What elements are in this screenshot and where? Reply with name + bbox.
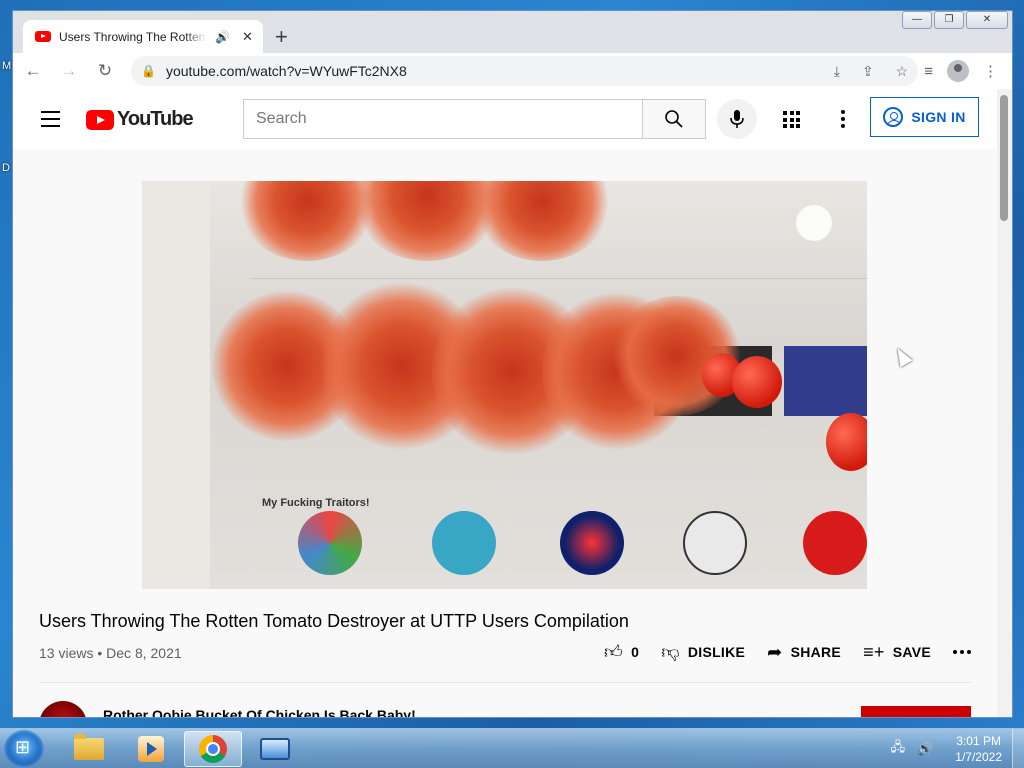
reload-icon[interactable]: ↻ — [89, 55, 121, 87]
playlist-add-icon: ≡+ — [863, 641, 885, 662]
youtube-page: YouTube SIGN — [13, 89, 1012, 717]
meta-separator: • — [97, 645, 103, 661]
search-box[interactable] — [243, 99, 642, 139]
video-meta-row: 13 views • Dec 8, 2021 👍︎ 0 👎︎ DISLIKE ➦… — [39, 642, 971, 675]
save-button[interactable]: ≡+ SAVE — [863, 642, 931, 663]
chrome-window: Users Throwing The Rotten Tomato Destroy… — [12, 10, 1013, 718]
media-player-icon — [138, 736, 164, 762]
youtube-play-icon — [86, 109, 114, 130]
sign-in-button[interactable]: SIGN IN — [870, 97, 979, 137]
folder-icon — [74, 734, 104, 760]
volume-icon[interactable]: 🔊 — [917, 741, 933, 757]
restore-button[interactable]: ❐ — [934, 11, 964, 29]
lock-icon[interactable]: 🔒 — [141, 64, 156, 78]
channel-circle — [560, 511, 624, 575]
tab-strip: Users Throwing The Rotten Tomato Destroy… — [13, 11, 1012, 53]
minimize-button[interactable]: — — [902, 11, 932, 29]
desktop-edge-text: D — [2, 162, 10, 174]
close-window-button[interactable]: ✕ — [966, 11, 1008, 29]
sign-in-label: SIGN IN — [911, 109, 966, 125]
microphone-icon — [730, 110, 744, 128]
chrome-icon — [199, 735, 227, 763]
youtube-header: YouTube SIGN — [13, 89, 997, 149]
share-button[interactable]: ➦ SHARE — [767, 642, 841, 663]
divider — [39, 682, 971, 683]
forward-arrow-icon[interactable]: → — [53, 55, 85, 87]
clock[interactable]: 3:01 PM 1/7/2022 — [955, 733, 1002, 765]
taskbar-chrome[interactable] — [184, 731, 242, 767]
apps-grid-icon[interactable] — [783, 111, 800, 128]
video-player[interactable]: My Fucking Traitors! — [142, 181, 867, 589]
dislike-button[interactable]: 👎︎ DISLIKE — [661, 641, 745, 663]
remote-desktop-icon — [260, 738, 290, 760]
clock-time: 3:01 PM — [956, 734, 1001, 748]
voice-search-button[interactable] — [717, 99, 757, 139]
channel-circle — [683, 511, 747, 575]
user-icon — [883, 107, 904, 127]
channel-circle — [803, 511, 867, 575]
video-overlay-text: My Fucking Traitors! — [262, 497, 370, 509]
install-app-icon[interactable]: ⤓ — [834, 63, 840, 80]
bookmark-star-icon[interactable]: ☆ — [896, 63, 909, 80]
youtube-wordmark: YouTube — [117, 108, 194, 130]
taskbar: 🖧 🔊 3:01 PM 1/7/2022 — [0, 728, 1024, 768]
share-arrow-icon: ➦ — [767, 641, 783, 662]
channel-name[interactable]: Rother Oobie Bucket Of Chicken Is Back B… — [103, 707, 416, 717]
subscribe-button[interactable]: SUBSCRIBE — [861, 706, 971, 717]
video-title: Users Throwing The Rotten Tomato Destroy… — [39, 611, 629, 631]
save-label: SAVE — [892, 644, 931, 660]
watermark-logo — [796, 205, 832, 241]
desktop-edge-text: M — [2, 60, 12, 72]
page-scrollbar[interactable] — [997, 89, 1012, 717]
tomato — [732, 356, 782, 408]
new-tab-button[interactable]: + — [275, 24, 288, 50]
view-count: 13 views — [39, 645, 94, 661]
start-button[interactable] — [4, 730, 44, 768]
video-frame-sidebar — [142, 181, 210, 589]
scrollbar-thumb[interactable] — [1000, 95, 1008, 221]
network-icon[interactable]: 🖧 — [891, 738, 906, 760]
taskbar-explorer[interactable] — [60, 731, 118, 767]
chrome-menu-icon[interactable]: ⋮ — [983, 62, 998, 80]
back-arrow-icon[interactable]: ← — [17, 55, 49, 87]
share-label: SHARE — [790, 644, 842, 660]
search-icon — [665, 110, 683, 128]
address-bar[interactable]: 🔒 youtube.com/watch?v=WYuwFTc2NX8 ⤓ ⇪ ☆ — [131, 56, 919, 86]
like-button[interactable]: 👍︎ 0 — [604, 641, 639, 663]
share-page-icon[interactable]: ⇪ — [862, 63, 874, 80]
url-text[interactable]: youtube.com/watch?v=WYuwFTc2NX8 — [166, 63, 812, 79]
search-input[interactable] — [256, 110, 630, 128]
channel-circle — [432, 511, 496, 575]
browser-tab[interactable]: Users Throwing The Rotten Tomato Destroy… — [23, 20, 263, 53]
thumbs-down-icon: 👎︎ — [661, 642, 680, 662]
search-button[interactable] — [642, 99, 706, 139]
clock-date: 1/7/2022 — [955, 750, 1002, 764]
channel-circle — [298, 511, 362, 575]
thumbs-up-icon: 👍︎ — [604, 642, 624, 662]
tab-close-icon[interactable]: ✕ — [242, 29, 253, 45]
media-control-icon[interactable]: ≡ — [924, 63, 933, 80]
more-actions-icon[interactable] — [953, 650, 971, 654]
show-desktop-button[interactable] — [1012, 729, 1024, 768]
channel-avatar[interactable] — [39, 701, 87, 717]
youtube-favicon-icon — [35, 31, 51, 42]
menu-icon[interactable] — [41, 111, 60, 132]
video-actions: 👍︎ 0 👎︎ DISLIKE ➦ SHARE ≡+ SAVE — [604, 641, 971, 663]
taskbar-remote-desktop[interactable] — [246, 731, 304, 767]
dislike-label: DISLIKE — [687, 644, 746, 660]
video-stats: 13 views • Dec 8, 2021 — [39, 645, 182, 661]
system-tray: 🖧 🔊 3:01 PM 1/7/2022 — [891, 729, 1024, 768]
browser-toolbar: ← → ↻ 🔒 youtube.com/watch?v=WYuwFTc2NX8 … — [13, 53, 1012, 89]
tab-title: Users Throwing The Rotten Tomato Destroy… — [59, 29, 207, 44]
settings-more-icon[interactable] — [833, 107, 853, 131]
taskbar-media-player[interactable] — [122, 731, 180, 767]
youtube-logo[interactable]: YouTube — [86, 108, 194, 131]
like-count: 0 — [631, 644, 640, 660]
upload-date: Dec 8, 2021 — [106, 645, 182, 661]
profile-icon[interactable] — [947, 60, 969, 82]
window-controls: — ❐ ✕ — [902, 11, 1008, 29]
audio-playing-icon[interactable]: 🔊 — [215, 30, 230, 44]
